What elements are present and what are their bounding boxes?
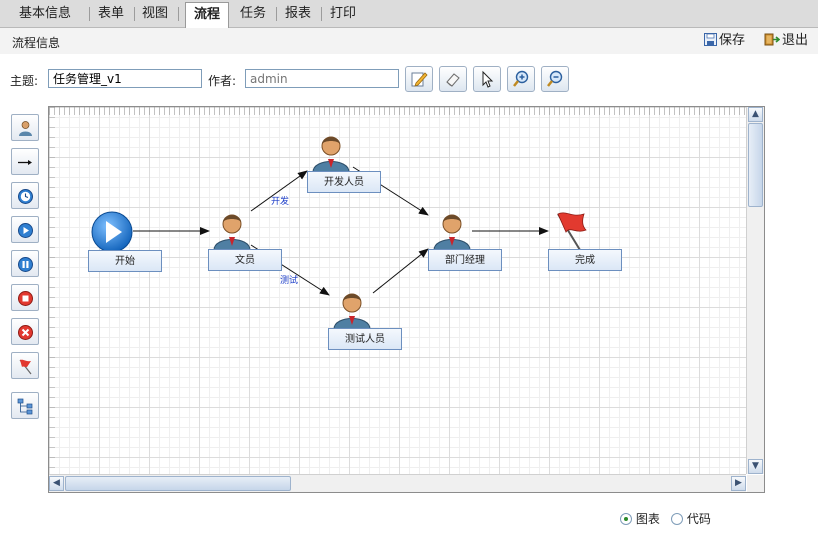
edge-label-dev: 开发 [271,197,290,207]
play-start-icon [91,211,133,253]
subject-input[interactable] [48,69,202,88]
tab-view[interactable]: 视图 [138,3,172,25]
pointer-icon [482,70,494,88]
edge-label-test: 测试 [280,276,299,286]
timer-tool[interactable] [11,182,39,209]
tab-divider [321,7,322,21]
view-mode-code[interactable]: 代码 [671,510,711,527]
tab-bar: 基本信息 表单 视图 流程 任务 报表 打印 [0,0,818,29]
save-button[interactable]: 保存 [704,32,745,50]
stop-tool[interactable] [11,284,39,311]
sub-toolbar: 流程信息 保存 退出 [0,28,818,54]
tab-print[interactable]: 打印 [326,3,360,25]
zoom-in-button[interactable] [507,66,535,92]
timer-icon [18,189,33,204]
view-mode-chart[interactable]: 图表 [620,510,660,527]
scroll-left-button[interactable]: ◀ [49,476,64,491]
tab-basic-info[interactable]: 基本信息 [12,3,78,25]
code-radio[interactable] [671,513,683,525]
stop-icon [18,291,33,306]
node-label: 文员 [208,249,282,271]
eraser-button[interactable] [439,66,467,92]
pause-icon [18,257,33,272]
chart-radio[interactable] [620,513,632,525]
save-label: 保存 [719,33,746,48]
arrow-line-icon [18,160,32,165]
user-node-icon [19,121,32,136]
subflow-tool[interactable] [11,392,39,419]
node-label: 部门经理 [428,249,502,271]
tab-divider [134,7,135,21]
scroll-corner [747,475,764,492]
flag-icon [19,359,32,375]
edges-layer [133,166,549,296]
edit-icon [411,72,428,87]
tab-tasks[interactable]: 任务 [236,3,270,25]
user-avatar-icon [333,293,371,329]
edge-tester-manager[interactable] [372,248,429,294]
vertical-scrollbar[interactable]: ▲ ▼ [746,107,764,474]
author-label: 作者: [208,74,237,88]
vertical-scroll-thumb[interactable] [748,123,763,207]
horizontal-scrollbar[interactable]: ◀ ▶ [49,474,746,492]
pause-tool[interactable] [11,250,39,277]
tab-form[interactable]: 表单 [94,3,128,25]
end-flag-tool[interactable] [11,352,39,379]
user-avatar-icon [433,214,471,250]
play-icon [18,223,33,238]
tab-workflow[interactable]: 流程 [185,2,229,29]
chart-radio-label: 图表 [635,512,660,526]
node-label: 测试人员 [328,328,402,350]
cancel-tool[interactable] [11,318,39,345]
node-label: 开发人员 [307,171,381,193]
cancel-icon [18,325,33,340]
scroll-down-button[interactable]: ▼ [748,459,763,474]
pointer-button[interactable] [473,66,501,92]
exit-button[interactable]: 退出 [764,32,808,50]
play-tool[interactable] [11,216,39,243]
subflow-icon [17,398,33,415]
tab-reports[interactable]: 报表 [281,3,315,25]
scroll-up-button[interactable]: ▲ [748,107,763,122]
user-node-tool[interactable] [11,114,39,141]
tab-divider [89,7,90,21]
arrow-line-tool[interactable] [11,148,39,175]
user-avatar-icon [213,214,251,250]
zoom-out-button[interactable] [541,66,569,92]
horizontal-scroll-thumb[interactable] [65,476,291,491]
exit-icon [764,33,781,46]
save-icon [704,33,717,46]
tab-divider [178,7,179,21]
edit-button[interactable] [405,66,433,92]
tab-divider [276,7,277,21]
node-label: 开始 [88,250,162,272]
subject-label: 主题: [10,74,39,88]
author-input[interactable] [245,69,399,88]
zoom-out-icon [547,70,563,87]
eraser-icon [446,73,460,87]
user-avatar-icon [312,136,350,172]
scroll-right-button[interactable]: ▶ [731,476,746,491]
workflow-canvas[interactable]: 开发 测试 开始 文员 开发人员 测试人员 部门经理 完成 ▲ ▼ ◀ ▶ [48,106,765,493]
exit-label: 退出 [782,33,809,48]
finish-flag-icon [557,212,587,250]
code-radio-label: 代码 [686,512,711,526]
section-title: 流程信息 [12,36,61,50]
zoom-in-icon [513,70,529,87]
node-label: 完成 [548,249,622,271]
